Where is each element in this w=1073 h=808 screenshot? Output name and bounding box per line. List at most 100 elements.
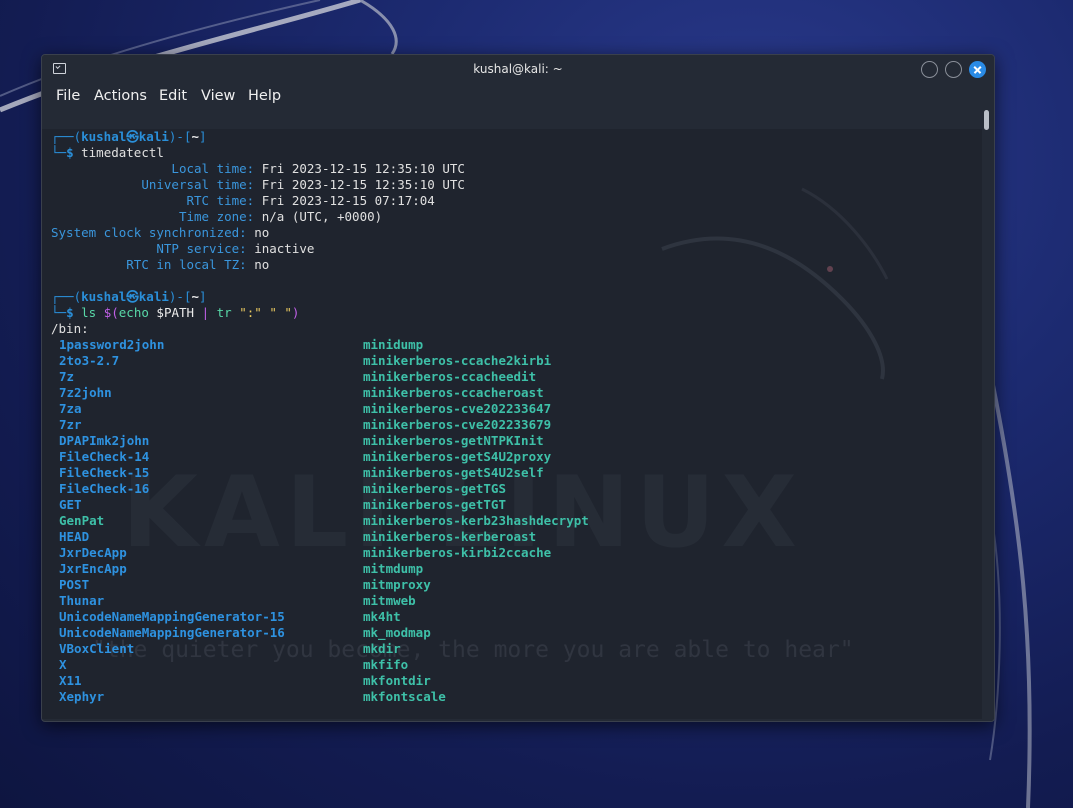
- list-item: minikerberos-kerb23hashdecrypt: [363, 513, 589, 528]
- output-line: Universal time: Fri 2023-12-15 12:35:10 …: [51, 177, 465, 193]
- list-item: minikerberos-getNTPKInit: [363, 433, 544, 448]
- prompt-user: kushal: [81, 129, 127, 144]
- prompt-line-2: ┌──(kushal㉿kali)-[~]: [51, 289, 207, 304]
- command-var: $PATH: [148, 305, 202, 320]
- menu-help[interactable]: Help: [248, 88, 281, 104]
- menu-edit[interactable]: Edit: [159, 88, 187, 104]
- scroll-thumb[interactable]: [984, 110, 989, 130]
- menu-file[interactable]: File: [56, 88, 80, 104]
- prompt-line-1: ┌──(kushal㉿kali)-[~]: [51, 129, 207, 144]
- command-subst-close: ): [291, 305, 300, 320]
- title-bar[interactable]: kushal@kali: ~: [42, 55, 994, 83]
- list-item: FileCheck-14: [59, 449, 150, 464]
- menu-view[interactable]: View: [201, 88, 235, 104]
- list-item: 7za: [59, 401, 82, 416]
- list-item: minikerberos-getTGT: [363, 497, 506, 512]
- output-key: NTP service:: [156, 241, 247, 256]
- command-text: timedatectl: [81, 145, 164, 160]
- list-item: minikerberos-ccacheroast: [363, 385, 544, 400]
- list-item: FileCheck-15: [59, 465, 150, 480]
- command-line-2: └─$ ls $(echo $PATH | tr ":" " "): [51, 305, 300, 320]
- prompt-user: kushal: [81, 289, 127, 304]
- terminal-output[interactable]: KALI LINUX "the quieter you become, the …: [42, 129, 982, 719]
- output-key: RTC in local TZ:: [126, 257, 247, 272]
- output-line: NTP service: inactive: [51, 241, 314, 257]
- list-item: 1password2john: [59, 337, 165, 352]
- list-item: 7zr: [59, 417, 82, 432]
- output-value: no: [254, 225, 270, 240]
- list-item: minikerberos-getS4U2self: [363, 465, 544, 480]
- command-line-1: └─$ timedatectl: [51, 145, 164, 160]
- scrollbar[interactable]: [982, 109, 994, 721]
- list-item: minikerberos-kirbi2ccache: [363, 545, 552, 560]
- maximize-button[interactable]: [945, 61, 962, 78]
- list-item: GET: [59, 497, 82, 512]
- list-item: 7z: [59, 369, 75, 384]
- list-item: minikerberos-cve202233647: [363, 401, 552, 416]
- list-item: POST: [59, 577, 90, 592]
- output-key: Local time:: [171, 161, 255, 176]
- terminal-window: kushal@kali: ~ File Actions Edit View He…: [41, 54, 995, 722]
- list-item: UnicodeNameMappingGenerator-16: [59, 625, 285, 640]
- prompt-dir: ~: [191, 289, 199, 304]
- list-item: GenPat: [59, 513, 105, 528]
- list-item: minikerberos-getS4U2proxy: [363, 449, 552, 464]
- list-item: mitmweb: [363, 593, 416, 608]
- output-value: no: [254, 257, 270, 272]
- output-value: n/a (UTC, +0000): [261, 209, 383, 224]
- output-line: Local time: Fri 2023-12-15 12:35:10 UTC: [51, 161, 465, 177]
- command-tr: tr: [209, 305, 240, 320]
- output-value: Fri 2023-12-15 12:35:10 UTC: [261, 161, 465, 176]
- output-value: Fri 2023-12-15 07:17:04: [261, 193, 435, 208]
- command-subst-open: $(: [103, 305, 119, 320]
- window-title: kushal@kali: ~: [473, 62, 563, 76]
- dir-header: /bin:: [51, 321, 89, 336]
- list-item: mk4ht: [363, 609, 401, 624]
- list-item: 2to3-2.7: [59, 353, 120, 368]
- close-button[interactable]: [969, 61, 986, 78]
- output-key: Universal time:: [141, 177, 255, 192]
- list-item: minidump: [363, 337, 424, 352]
- output-key: RTC time:: [186, 193, 255, 208]
- list-item: minikerberos-kerberoast: [363, 529, 537, 544]
- list-item: Thunar: [59, 593, 105, 608]
- list-item: X: [59, 657, 67, 672]
- output-line: RTC in local TZ: no: [51, 257, 269, 273]
- list-item: DPAPImk2john: [59, 433, 150, 448]
- output-key: Time zone:: [178, 209, 255, 224]
- list-item: Xephyr: [59, 689, 105, 704]
- prompt-host: kali: [138, 289, 169, 304]
- list-item: FileCheck-16: [59, 481, 150, 496]
- list-item: JxrEncApp: [59, 561, 127, 576]
- list-item: mitmdump: [363, 561, 424, 576]
- list-item: JxrDecApp: [59, 545, 127, 560]
- command-pipe: |: [201, 305, 210, 320]
- minimize-button[interactable]: [921, 61, 938, 78]
- command-args: ":" " ": [239, 305, 292, 320]
- list-item: VBoxClient: [59, 641, 135, 656]
- command-echo: echo: [118, 305, 149, 320]
- output-line: System clock synchronized: no: [51, 225, 269, 241]
- list-item: minikerberos-cve202233679: [363, 417, 552, 432]
- list-item: minikerberos-ccacheedit: [363, 369, 537, 384]
- output-line: RTC time: Fri 2023-12-15 07:17:04: [51, 193, 435, 209]
- list-item: 7z2john: [59, 385, 112, 400]
- output-value: Fri 2023-12-15 12:35:10 UTC: [261, 177, 465, 192]
- list-item: mitmproxy: [363, 577, 431, 592]
- list-item: mkfontscale: [363, 689, 446, 704]
- list-item: UnicodeNameMappingGenerator-15: [59, 609, 285, 624]
- command-ls: ls: [81, 305, 97, 320]
- menu-actions[interactable]: Actions: [94, 88, 147, 104]
- list-item: mk_modmap: [363, 625, 431, 640]
- list-item: mkfifo: [363, 657, 409, 672]
- list-item: HEAD: [59, 529, 90, 544]
- list-item: X11: [59, 673, 82, 688]
- prompt-host: kali: [138, 129, 169, 144]
- output-line: Time zone: n/a (UTC, +0000): [51, 209, 382, 225]
- list-item: minikerberos-ccache2kirbi: [363, 353, 552, 368]
- list-item: mkfontdir: [363, 673, 431, 688]
- list-item: mkdir: [363, 641, 401, 656]
- menu-bar: File Actions Edit View Help: [42, 85, 994, 109]
- prompt-dir: ~: [191, 129, 199, 144]
- output-key: System clock synchronized:: [51, 225, 247, 240]
